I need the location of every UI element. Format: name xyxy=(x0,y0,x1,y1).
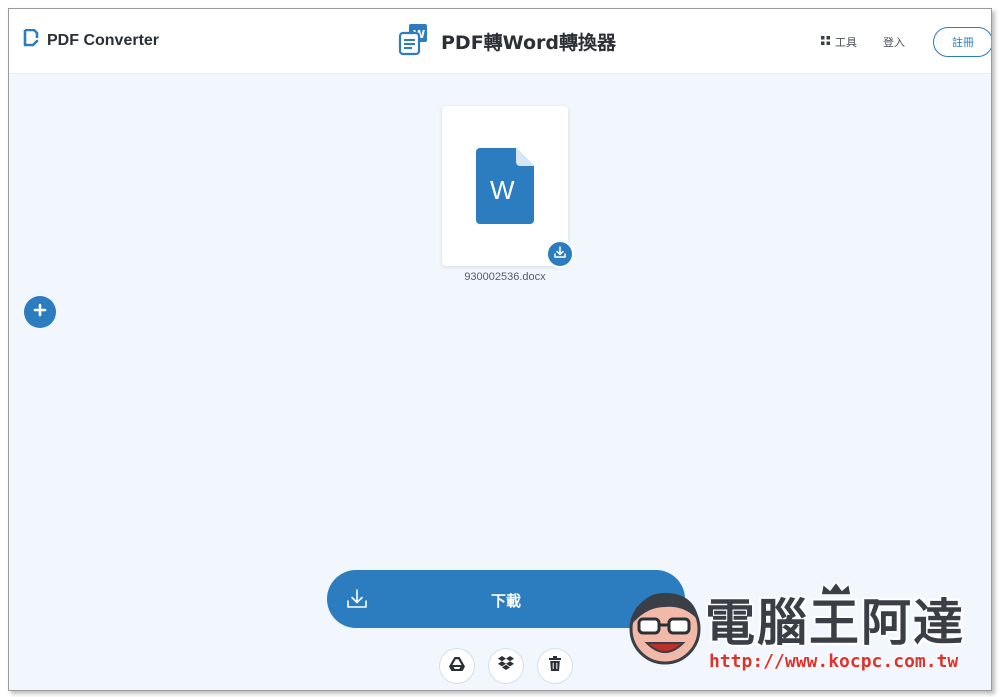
delete-file-button[interactable] xyxy=(537,648,573,684)
register-button[interactable]: 註冊 xyxy=(933,27,991,57)
word-document-icon: W xyxy=(476,148,534,229)
pdf-to-word-icon: W xyxy=(397,22,431,61)
watermark-name: 電腦王阿達 xyxy=(705,594,965,652)
word-doc-letter: W xyxy=(490,175,515,205)
app-window: PDF Converter W PDF轉Word轉換器 xyxy=(8,8,992,691)
page-title-group: W PDF轉Word轉換器 xyxy=(397,22,616,61)
save-to-google-drive-button[interactable] xyxy=(439,648,475,684)
save-to-dropbox-button[interactable] xyxy=(488,648,524,684)
tools-label: 工具 xyxy=(835,37,857,49)
page-title: PDF轉Word轉換器 xyxy=(441,32,616,54)
add-file-button[interactable] xyxy=(24,296,56,328)
plus-icon xyxy=(33,303,47,322)
file-name: 930002536.docx xyxy=(464,271,546,283)
grid-icon xyxy=(821,36,830,48)
register-label: 註冊 xyxy=(952,37,974,49)
site-watermark: 電腦王阿達 http://www.kocpc.com.tw xyxy=(619,569,979,689)
login-link[interactable]: 登入 xyxy=(883,34,905,50)
watermark-url: http://www.kocpc.com.tw xyxy=(709,651,959,672)
brand-logo-icon xyxy=(23,28,39,52)
dropbox-icon xyxy=(498,656,514,676)
mascot-face-icon xyxy=(625,581,705,676)
google-drive-icon xyxy=(449,656,465,676)
download-icon xyxy=(553,245,567,264)
file-card[interactable]: W xyxy=(442,106,574,268)
top-header: PDF Converter W PDF轉Word轉換器 xyxy=(9,9,991,74)
trash-icon xyxy=(548,656,562,676)
header-nav: 工具 登入 註冊 xyxy=(821,27,991,57)
tools-menu[interactable]: 工具 xyxy=(821,34,857,50)
brand-logo-link[interactable]: PDF Converter xyxy=(23,28,160,52)
brand-name: PDF Converter xyxy=(47,31,160,49)
file-download-button[interactable] xyxy=(546,240,574,268)
